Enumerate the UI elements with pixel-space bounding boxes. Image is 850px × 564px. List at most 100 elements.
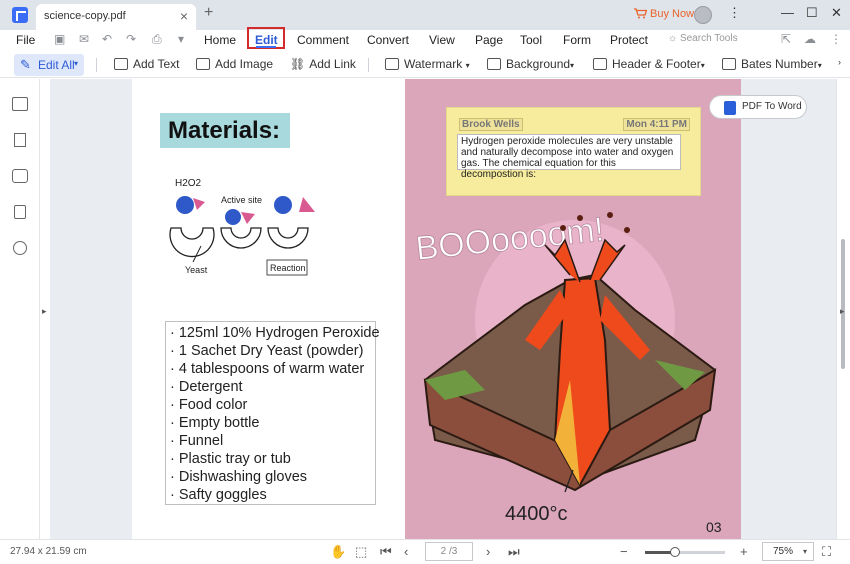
cloud-upload-icon[interactable]: ☁ [804,32,816,46]
select-tool-icon[interactable]: ⬚ [355,544,367,560]
last-page-icon[interactable]: ⏭ [508,544,520,560]
menu-protect[interactable]: Protect [610,33,648,47]
menu-convert[interactable]: Convert [367,33,409,47]
toolbar-divider [96,58,97,72]
ember-icon [624,227,630,233]
menu-file[interactable]: File [16,33,35,47]
page-number-label: 03 [706,519,722,535]
undo-icon[interactable]: ↶ [102,32,112,46]
watermark-label: Watermark [404,57,463,71]
fit-page-icon[interactable]: ⛶ [822,544,831,560]
edit-all-button[interactable]: ✎ Edit All ▾ [14,54,84,76]
bates-number-dropdown[interactable]: Bates Number▾ [722,57,822,71]
molecule-blue-icon [176,196,194,214]
list-item: · Safty goggles [170,487,267,503]
image-icon [196,58,210,70]
add-image-label: Add Image [215,57,274,71]
menu-comment[interactable]: Comment [297,33,349,47]
note-body[interactable]: Hydrogen peroxide molecules are very uns… [457,134,681,180]
menu-tool[interactable]: Tool [520,33,542,47]
comment-icon[interactable] [12,169,28,183]
chevron-down-icon: ▾ [817,61,822,70]
first-page-icon[interactable]: ⏮ [380,544,392,560]
menu-view[interactable]: View [429,33,455,47]
header-footer-icon [593,58,607,70]
zoom-slider-handle[interactable] [670,547,681,557]
background-label: Background [506,57,571,71]
mail-icon[interactable]: ✉ [79,32,89,46]
enzyme-reaction-diagram[interactable]: H2O2 Active site Yeast Reaction [163,170,323,280]
pdf-to-word-button[interactable]: PDF To Word [709,95,807,119]
list-item: · 4 tablespoons of warm water [170,361,365,377]
sticky-note-comment[interactable]: Brook Wells Mon 4:11 PM Hydrogen peroxid… [446,107,701,196]
zoom-select[interactable]: 75% ▾ [762,542,814,561]
menu-page[interactable]: Page [475,33,503,47]
pdf-to-word-label: PDF To Word [742,101,802,112]
status-bar: 27.94 x 21.59 cm ✋ ⬚ ⏮ ‹ 2 /3 › ⏭ − + 75… [0,539,850,564]
notifications-icon[interactable]: ⋮ [728,5,741,21]
minimize-icon[interactable]: — [781,5,794,20]
print-icon[interactable]: ⎙ [152,32,162,47]
redo-icon[interactable]: ↷ [126,32,136,46]
ember-icon [560,225,566,231]
expand-sidebar-arrow-icon[interactable]: ▸ [42,306,47,317]
text-box-icon [114,58,128,70]
avatar[interactable] [694,6,712,24]
close-tab-icon[interactable]: × [180,8,188,24]
molecule-pink-icon [299,197,315,212]
page-number-input[interactable]: 2 /3 [425,542,473,561]
buy-now-button[interactable]: Buy Now [634,8,694,20]
bates-number-label: Bates Number [741,57,818,71]
save-icon[interactable]: ▣ [54,32,65,46]
scrollbar-thumb[interactable] [841,239,845,369]
ember-icon [607,212,613,218]
volcano-illustration[interactable]: BOOoooom! 4400°c [405,200,741,539]
maximize-icon[interactable]: ☐ [806,5,818,21]
word-icon [724,101,736,115]
yeast-enzyme-shape [169,227,215,258]
background-dropdown[interactable]: Background▾ [487,57,574,71]
add-image-button[interactable]: Add Image [196,57,273,71]
next-page-icon[interactable]: › [486,544,490,559]
close-window-icon[interactable]: ✕ [831,5,842,21]
thumbnails-icon[interactable] [12,97,28,111]
hand-tool-icon[interactable]: ✋ [330,544,346,560]
search-icon[interactable] [13,241,27,255]
document-tab[interactable]: science-copy.pdf × [36,4,196,30]
note-author: Brook Wells [459,118,523,131]
yeast-enzyme-shape [220,227,262,249]
expand-right-panel-arrow-icon[interactable]: ▸ [840,306,845,317]
zoom-slider[interactable] [645,547,725,557]
toolbar-more-arrow-icon[interactable]: › [838,57,841,67]
chevron-down-icon: ▾ [74,59,79,68]
toolbar-divider [368,58,369,72]
header-footer-dropdown[interactable]: Header & Footer▾ [593,57,705,71]
menu-home[interactable]: Home [204,33,236,47]
chevron-down-icon: ▾ [802,547,807,556]
materials-list[interactable]: · 125ml 10% Hydrogen Peroxide · 1 Sachet… [165,321,380,505]
watermark-dropdown[interactable]: Watermark ▾ [385,57,470,71]
zoom-in-icon[interactable]: + [740,544,748,559]
h2o2-label: H2O2 [175,178,202,189]
list-item: · Empty bottle [170,415,260,431]
new-tab-icon[interactable]: + [204,4,213,22]
add-link-button[interactable]: ⛓ Add Link [290,57,356,71]
list-item: · 125ml 10% Hydrogen Peroxide [170,325,380,341]
list-item: · Food color [170,397,248,413]
share-icon[interactable]: ⇱ [781,32,791,46]
previous-page-icon[interactable]: ‹ [404,544,408,559]
menu-bar: File ▣ ✉ ↶ ↷ ⎙ ▾ Home Edit Comment Conve… [0,30,850,52]
zoom-out-icon[interactable]: − [620,544,628,559]
temperature-label: 4400°c [505,503,568,525]
add-link-label: Add Link [309,57,356,71]
menu-form[interactable]: Form [563,33,591,47]
bookmark-icon[interactable] [14,133,26,147]
add-text-button[interactable]: Add Text [114,57,179,71]
materials-heading-text: Materials: [168,117,281,144]
quick-access-dropdown-icon[interactable]: ▾ [178,32,184,46]
search-tools-input[interactable]: ☼ Search Tools [668,33,738,44]
attachment-icon[interactable] [14,205,26,219]
materials-heading[interactable]: Materials: [160,113,290,148]
add-text-label: Add Text [133,57,180,71]
more-options-icon[interactable]: ⋮ [830,32,842,46]
